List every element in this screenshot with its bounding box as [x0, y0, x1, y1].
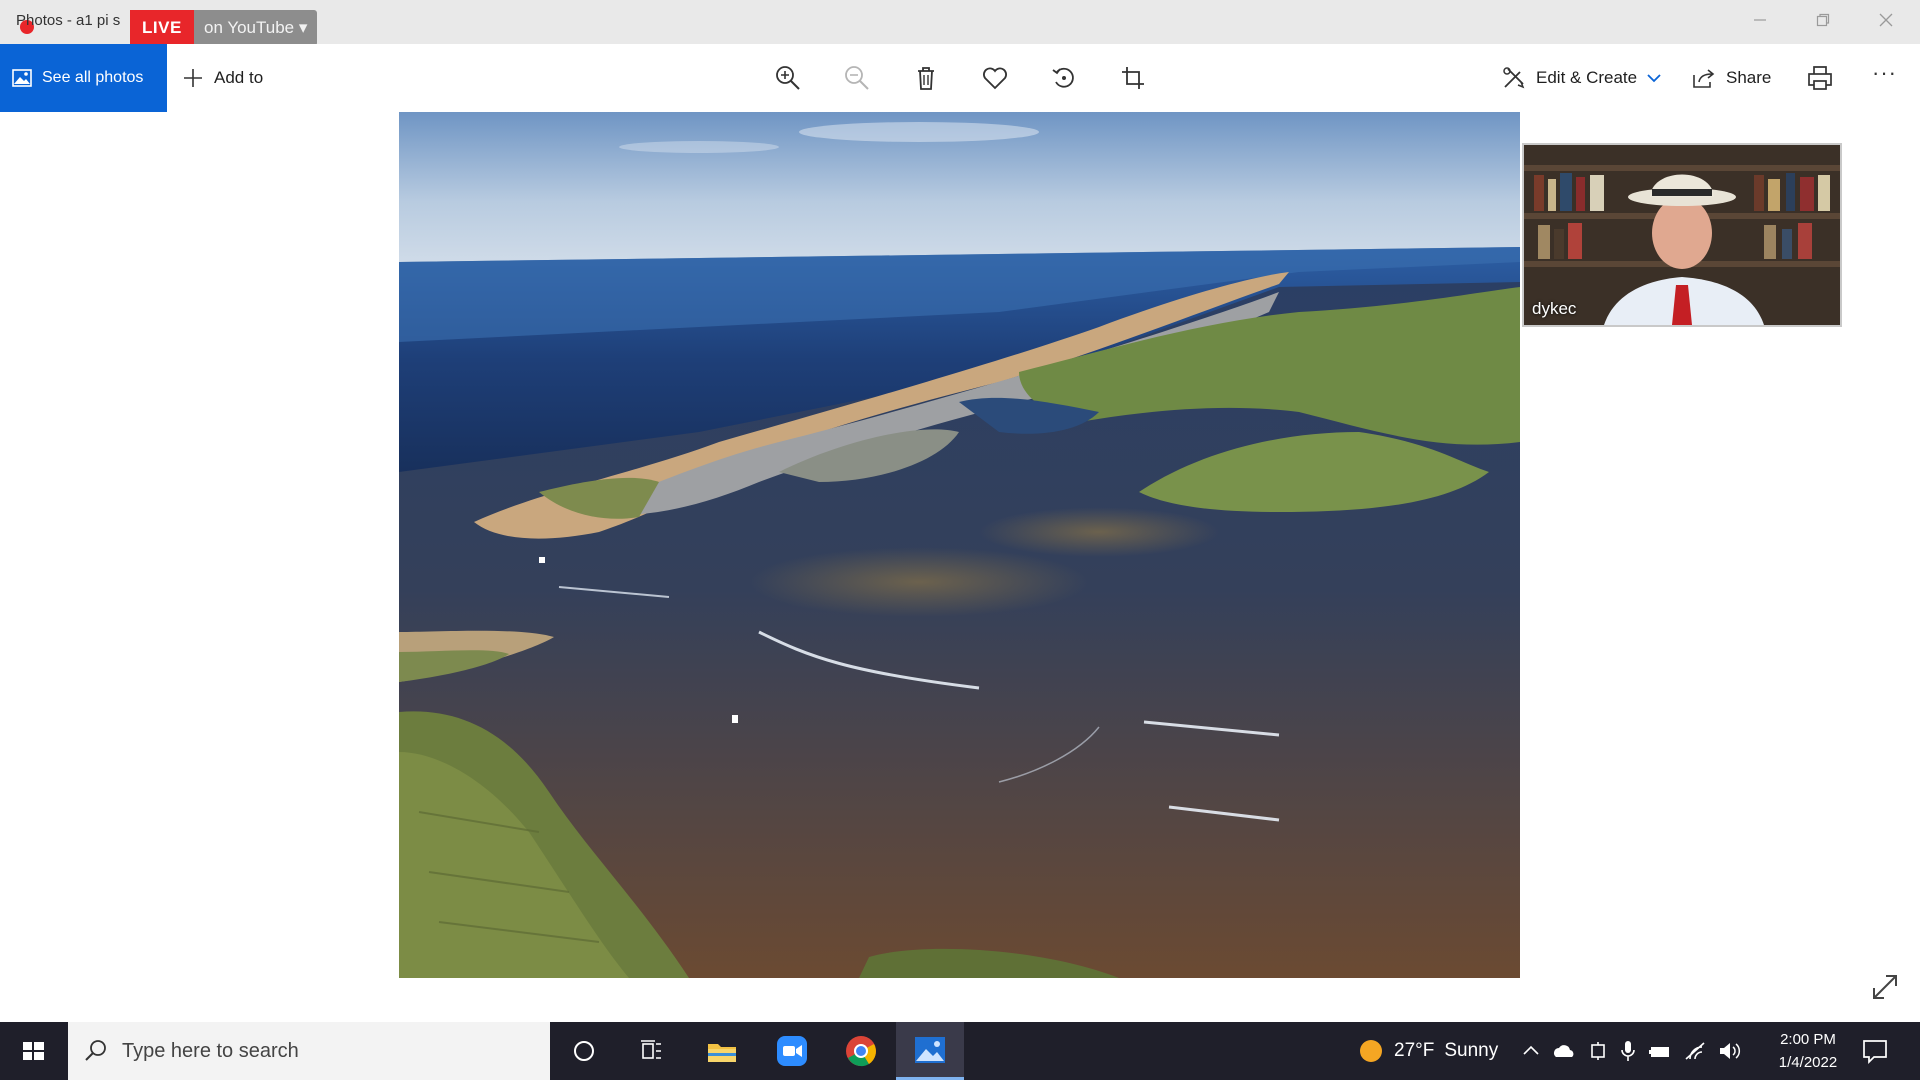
title-bar: Photos - a1 pi s on YouTube ▾ LIVE [0, 0, 1920, 46]
microphone-icon[interactable] [1620, 1040, 1636, 1062]
share-button[interactable]: Share [1692, 44, 1771, 112]
stream-destination-label: on YouTube ▾ [204, 18, 308, 37]
device-icon[interactable] [1588, 1041, 1608, 1061]
chrome-button[interactable] [827, 1022, 895, 1080]
onedrive-icon[interactable] [1552, 1042, 1576, 1060]
edit-create-button[interactable]: Edit & Create [1502, 44, 1661, 112]
close-button[interactable] [1866, 10, 1906, 36]
chevron-down-icon [1647, 74, 1661, 83]
clock[interactable]: 2:00 PM 1/4/2022 [1766, 1028, 1850, 1074]
photos-app-button[interactable] [896, 1022, 964, 1080]
see-all-photos-label: See all photos [42, 69, 144, 86]
file-explorer-button[interactable] [688, 1022, 756, 1080]
edit-create-label: Edit & Create [1536, 68, 1638, 87]
see-all-photos-button[interactable]: See all photos [0, 44, 167, 112]
zoom-out-icon[interactable] [843, 64, 871, 92]
taskbar: Type here to search 27°F Sunny 2:00 PM 1… [0, 1022, 1920, 1080]
system-tray [1522, 1022, 1742, 1080]
folder-icon [708, 1044, 736, 1062]
crop-icon[interactable] [1119, 64, 1147, 92]
volume-icon[interactable] [1718, 1041, 1742, 1061]
zoom-app-button[interactable] [758, 1022, 826, 1080]
wifi-icon[interactable] [1684, 1041, 1706, 1061]
sun-icon [1360, 1040, 1382, 1062]
participant-video-tile[interactable]: dykec [1522, 143, 1842, 327]
photo-image [399, 112, 1520, 978]
clock-time: 2:00 PM [1780, 1031, 1836, 1048]
print-icon[interactable] [1806, 64, 1834, 92]
clock-date: 1/4/2022 [1778, 1054, 1838, 1071]
zoom-icon [777, 1036, 807, 1066]
notification-icon[interactable] [1860, 1036, 1890, 1066]
task-view-icon [641, 1040, 661, 1059]
minimize-icon [1754, 19, 1766, 21]
close-icon [1879, 13, 1893, 27]
live-badge: LIVE [130, 10, 194, 46]
photo-toolbar: See all photos Add to Edit & Create Shar… [0, 44, 1920, 112]
cortana-icon [574, 1041, 594, 1061]
weather-widget[interactable]: 27°F Sunny [1358, 1022, 1498, 1080]
edit-create-icon [1503, 67, 1525, 89]
weather-condition: Sunny [1444, 1040, 1499, 1061]
search-icon [85, 1040, 106, 1061]
participant-video-frame [1524, 145, 1840, 325]
add-to-button[interactable]: Add to [182, 44, 263, 112]
more-options-button[interactable]: ··· [1872, 60, 1897, 86]
windows-icon [23, 1042, 44, 1060]
taskbar-search-box[interactable]: Type here to search [68, 1022, 550, 1080]
stream-destination-button[interactable]: on YouTube ▾ [190, 10, 318, 46]
share-label: Share [1726, 68, 1772, 87]
plus-icon [184, 69, 202, 87]
add-to-label: Add to [214, 68, 264, 87]
photos-icon [12, 69, 32, 87]
battery-icon[interactable] [1648, 1042, 1672, 1060]
delete-icon[interactable] [912, 64, 940, 92]
start-button[interactable] [0, 1022, 66, 1080]
photos-app-icon [915, 1036, 945, 1063]
share-icon [1693, 69, 1715, 88]
cortana-button[interactable] [550, 1022, 618, 1080]
chevron-up-icon[interactable] [1522, 1042, 1540, 1060]
aerial-coast-photo [399, 112, 1520, 978]
restore-button[interactable] [1803, 10, 1843, 36]
task-view-button[interactable] [618, 1022, 686, 1080]
expand-icon[interactable] [1870, 972, 1900, 1002]
restore-icon [1816, 13, 1830, 27]
window-title: Photos - a1 pi s [16, 12, 121, 29]
weather-temperature: 27°F [1394, 1040, 1435, 1061]
search-placeholder: Type here to search [122, 1039, 299, 1062]
rotate-icon[interactable] [1050, 64, 1078, 92]
favorite-icon[interactable] [981, 64, 1009, 92]
participant-name: dykec [1532, 299, 1577, 318]
minimize-button[interactable] [1740, 10, 1780, 36]
chrome-icon [846, 1036, 876, 1067]
zoom-in-icon[interactable] [774, 64, 802, 92]
